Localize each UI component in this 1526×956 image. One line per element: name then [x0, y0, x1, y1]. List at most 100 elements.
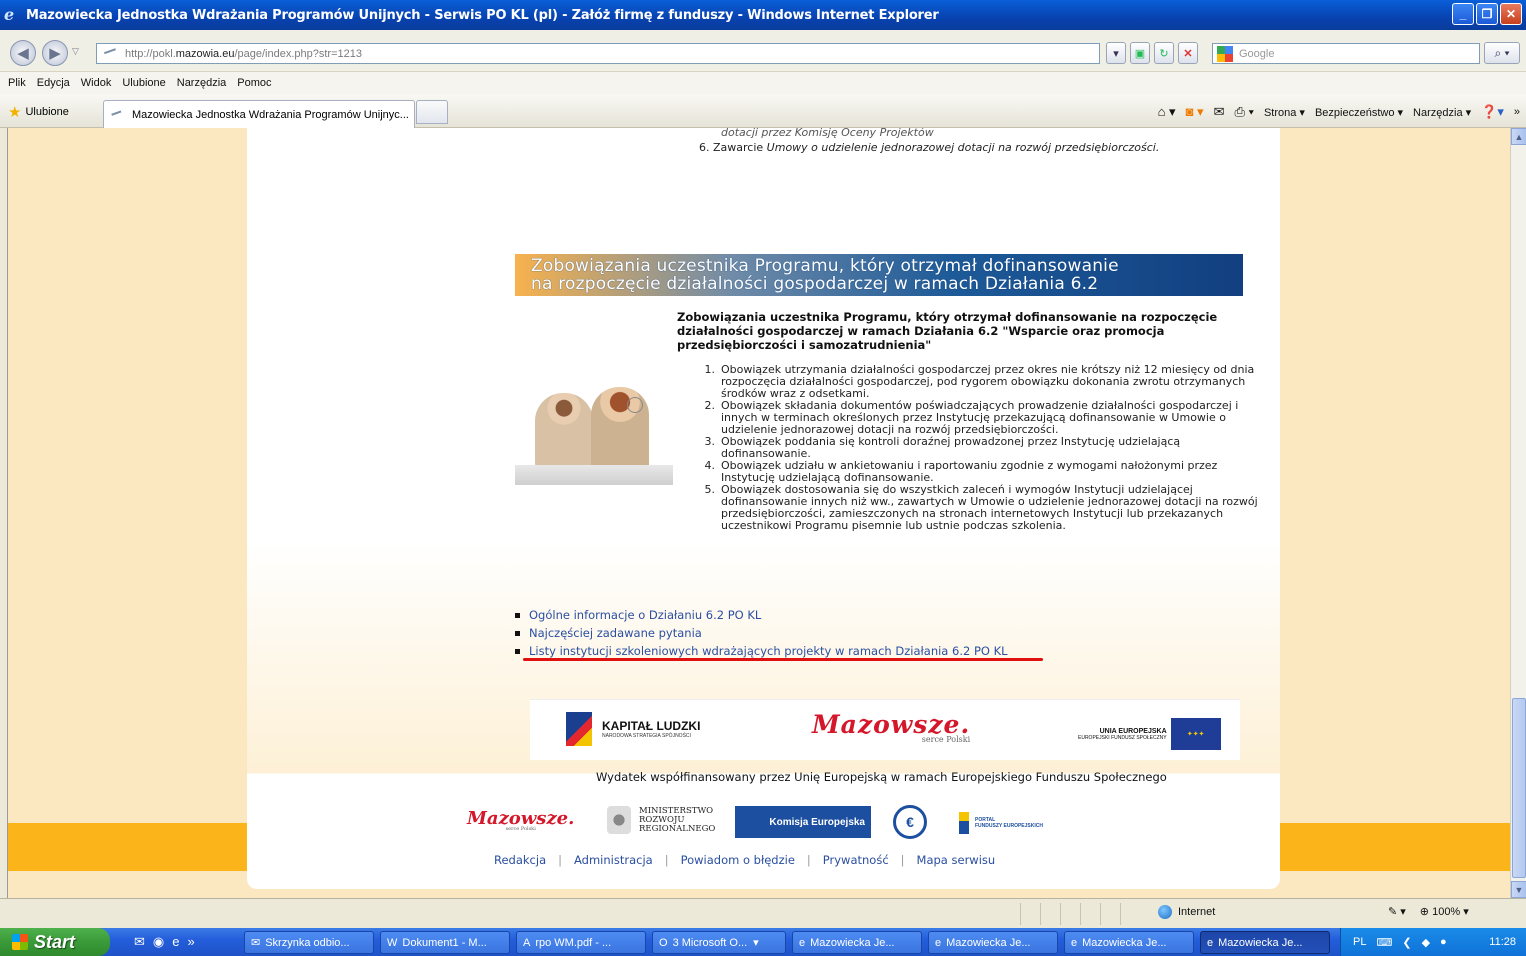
- taskbar-item-ie-3[interactable]: e Mazowiecka Je...: [1064, 931, 1194, 954]
- close-button[interactable]: ✕: [1500, 3, 1522, 25]
- search-button[interactable]: ⌕ ▾: [1484, 42, 1520, 64]
- web-viewport: dotacji przez Komisję Oceny Projektów 6.…: [8, 128, 1510, 898]
- home-icon[interactable]: ⌂ ▾: [1158, 104, 1176, 120]
- outlook-quicklaunch-icon[interactable]: ✉: [134, 934, 145, 950]
- footer-link-administracja[interactable]: Administracja: [574, 853, 653, 867]
- minimize-button[interactable]: _: [1452, 3, 1474, 25]
- rss-icon[interactable]: ◙ ▾: [1186, 104, 1204, 120]
- new-tab-button[interactable]: [416, 100, 448, 124]
- footer-link-privacy[interactable]: Prywatność: [823, 853, 889, 867]
- step-6: 6. Zawarcie Umowy o udzielenie jednorazo…: [699, 141, 1159, 154]
- obligations-list: 1. Obowiązek utrzymania działalności gosp…: [699, 364, 1269, 532]
- link-general-info[interactable]: Ogólne informacje o Działaniu 6.2 PO KL: [529, 608, 761, 622]
- footer-link-redakcja[interactable]: Redakcja: [494, 853, 546, 867]
- menu-bar: Plik Edycja Widok Ulubione Narzędzia Pom…: [0, 72, 1526, 94]
- komisja-europejska-logo[interactable]: Komisja Europejska: [735, 806, 871, 838]
- footer-nav: Redakcja | Administracja | Powiadom o bł…: [494, 853, 996, 867]
- help-icon[interactable]: ❓▾: [1481, 104, 1504, 120]
- maximize-button[interactable]: ❐: [1476, 3, 1498, 25]
- menu-favorites[interactable]: Ulubione: [122, 77, 165, 89]
- zoom-control[interactable]: ⊕ 100% ▾: [1420, 905, 1469, 918]
- tray-security-icon[interactable]: ●: [1440, 936, 1447, 948]
- refresh-icon[interactable]: ↻: [1154, 42, 1174, 64]
- menu-tools-cmd[interactable]: Narzędzia ▾: [1413, 106, 1471, 119]
- menu-page[interactable]: Strona ▾: [1264, 106, 1305, 119]
- taskbar-item-office-group[interactable]: O3 Microsoft O... ▾: [652, 931, 786, 954]
- portal-flag-icon: [959, 812, 969, 834]
- footer-link-report-error[interactable]: Powiadom o błędzie: [681, 853, 795, 867]
- favorites-button[interactable]: ★ Ulubione: [8, 103, 69, 121]
- taskbar-item-outlook[interactable]: ✉ Skrzynka odbio...: [244, 931, 374, 954]
- menu-view[interactable]: Widok: [81, 77, 112, 89]
- link-faq[interactable]: Najczęściej zadawane pytania: [529, 626, 702, 640]
- business-women-photo: [515, 373, 673, 493]
- scroll-down-button[interactable]: ▼: [1511, 881, 1526, 898]
- red-underline-annotation: [523, 658, 1043, 661]
- list-item: 2. Obowiązek składania dokumentów poświad…: [704, 399, 1239, 436]
- tab-favicon-icon: [111, 109, 123, 120]
- taskbar-item-ie-4-active[interactable]: e Mazowiecka Je...: [1200, 931, 1330, 954]
- menu-safety[interactable]: Bezpieczeństwo ▾: [1315, 106, 1403, 119]
- language-indicator[interactable]: PL: [1353, 936, 1366, 948]
- url-path: /page/index.php?str=1213: [234, 47, 362, 60]
- start-button[interactable]: Start: [0, 928, 110, 956]
- protected-mode-icon[interactable]: ✎ ▾: [1388, 905, 1406, 918]
- security-zone[interactable]: Internet: [1158, 905, 1215, 919]
- print-icon[interactable]: ⎙ ▾: [1234, 104, 1253, 120]
- command-bar: ⌂ ▾ ◙ ▾ ✉ ⎙ ▾ Strona ▾ Bezpieczeństwo ▾ …: [1158, 104, 1520, 120]
- partner-logos: Mazowsze. serce Polski MINISTERSTWO ROZWO…: [467, 800, 1067, 840]
- vertical-scrollbar[interactable]: ▲ ▼: [1510, 128, 1526, 898]
- link-training-institutions[interactable]: Listy instytucji szkoleniowych wdrażając…: [529, 644, 1008, 658]
- scroll-thumb[interactable]: [1512, 698, 1526, 878]
- taskbar-item-ie-2[interactable]: e Mazowiecka Je...: [928, 931, 1058, 954]
- address-dropdown-button[interactable]: ▾: [1106, 42, 1126, 64]
- compatibility-view-icon[interactable]: ▣: [1130, 42, 1150, 64]
- mrr-logo[interactable]: MINISTERSTWO ROZWOJU REGIONALNEGO: [607, 806, 715, 834]
- euro-icon[interactable]: €: [893, 805, 927, 839]
- eu-flag-icon: ✦✦✦: [1170, 718, 1221, 750]
- forward-button[interactable]: ▶: [42, 40, 68, 66]
- page-favicon-icon: [103, 47, 119, 60]
- chevron-more-icon[interactable]: »: [1514, 106, 1520, 118]
- window-titlebar[interactable]: e Mazowiecka Jednostka Wdrażania Program…: [0, 0, 1526, 30]
- list-item: 1. Obowiązek utrzymania działalności gosp…: [704, 363, 1255, 400]
- firefox-quicklaunch-icon[interactable]: ◉: [153, 934, 164, 950]
- link-item: Najczęściej zadawane pytania: [515, 624, 1008, 642]
- mazowsze-footer-logo[interactable]: Mazowsze. serce Polski: [467, 808, 574, 832]
- wall-clock-icon: [627, 397, 643, 413]
- banner-line-1: Zobowiązania uczestnika Programu, który …: [531, 256, 1119, 276]
- quicklaunch-more-icon[interactable]: »: [187, 934, 194, 950]
- status-bar: Internet ✎ ▾ ⊕ 100% ▾: [0, 898, 1526, 928]
- mail-icon[interactable]: ✉: [1214, 104, 1225, 120]
- search-input[interactable]: Google: [1212, 43, 1480, 64]
- step-5-partial: dotacji przez Komisję Oceny Projektów: [721, 128, 934, 139]
- stop-icon[interactable]: ✕: [1178, 42, 1198, 64]
- tray-chevron-icon[interactable]: ❮: [1402, 936, 1411, 949]
- back-button[interactable]: ◀: [10, 40, 36, 66]
- menu-tools[interactable]: Narzędzia: [177, 77, 227, 89]
- tray-network-icon[interactable]: ◆: [1422, 936, 1430, 949]
- menu-edit[interactable]: Edycja: [37, 77, 70, 89]
- menu-file[interactable]: Plik: [8, 77, 26, 89]
- taskbar-item-pdf[interactable]: Arpo WM.pdf - ...: [516, 931, 646, 954]
- search-placeholder: Google: [1239, 47, 1275, 60]
- portal-funduszy-logo[interactable]: PORTAL FUNDUSZY EUROPEJSKICH: [959, 812, 1043, 834]
- related-links: Ogólne informacje o Działaniu 6.2 PO KL …: [515, 606, 1008, 660]
- menu-help[interactable]: Pomoc: [237, 77, 271, 89]
- browser-tab-active[interactable]: Mazowiecka Jednostka Wdrażania Programów…: [103, 100, 415, 128]
- keyboard-icon[interactable]: ⌨: [1376, 936, 1392, 949]
- footer-link-sitemap[interactable]: Mapa serwisu: [917, 853, 996, 867]
- scroll-up-button[interactable]: ▲: [1511, 128, 1526, 145]
- window-controls: _ ❐ ✕: [1452, 3, 1522, 25]
- url-prefix: http://pokl.: [125, 47, 176, 60]
- ie-quicklaunch-icon[interactable]: e: [172, 934, 179, 950]
- ie-icon: e: [4, 5, 15, 24]
- taskbar-item-ie-1[interactable]: e Mazowiecka Je...: [792, 931, 922, 954]
- history-dropdown-icon[interactable]: ▽: [72, 46, 79, 57]
- list-item: 3. Obowiązek poddania się kontroli doraźn…: [704, 435, 1181, 460]
- address-field[interactable]: http://pokl. mazowia.eu/page/index.php?st…: [96, 43, 1100, 64]
- taskbar-item-word[interactable]: W Dokument1 - M...: [380, 931, 510, 954]
- banner-line-2: na rozpoczęcie działalności gospodarczej…: [531, 274, 1099, 294]
- system-clock[interactable]: 11:28: [1489, 936, 1516, 948]
- mazowsze-logo: Mazowsze. serce Polski: [812, 710, 971, 744]
